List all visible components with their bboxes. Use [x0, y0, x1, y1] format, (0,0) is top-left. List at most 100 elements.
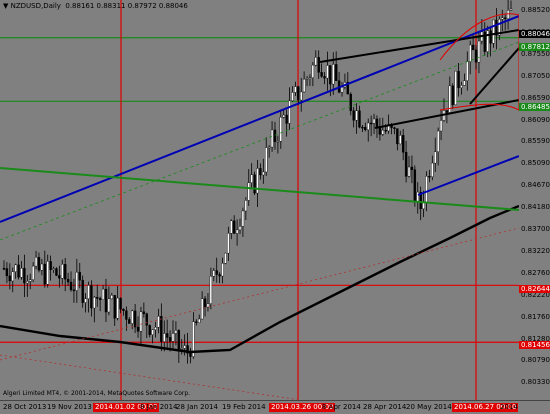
price-tick-label: 0.84670	[521, 181, 550, 190]
price-tick-label: 0.80790	[521, 356, 550, 365]
candle-body	[110, 295, 114, 300]
candle-body	[463, 80, 466, 86]
price-tick-label: 0.84180	[521, 203, 550, 212]
candle-body	[195, 321, 198, 323]
candle-body	[93, 297, 96, 309]
candle-body	[177, 330, 181, 350]
price-level-tag: 0.88046	[519, 30, 550, 38]
black-channel-top	[319, 29, 519, 63]
candle-body	[439, 120, 443, 132]
candle-body	[477, 40, 481, 63]
candle-body	[334, 64, 338, 81]
candle-body	[136, 326, 140, 332]
candle-body	[163, 333, 166, 342]
candle-body	[133, 310, 137, 328]
candle-body	[393, 127, 396, 129]
price-chart-plot[interactable]: ▼ NZDUSD,Daily 0.88161 0.88311 0.87972 0…	[0, 0, 520, 400]
candle-body	[273, 129, 277, 142]
candle-body	[317, 57, 320, 73]
candle-body	[145, 313, 148, 326]
candle-body	[183, 345, 186, 349]
price-tick-label: 0.80330	[521, 378, 550, 387]
chart-canvas[interactable]	[0, 0, 519, 400]
candle-body	[436, 130, 440, 153]
candle-body	[107, 298, 111, 313]
candle-body	[253, 174, 256, 194]
price-tick-label: 0.85590	[521, 137, 550, 146]
candle-body	[23, 267, 26, 284]
candle-body	[314, 57, 317, 66]
price-tick-label: 0.81760	[521, 312, 550, 321]
candle-body	[241, 210, 245, 227]
candle-body	[460, 85, 463, 89]
candle-body	[361, 126, 364, 129]
candle-body	[151, 329, 154, 335]
time-axis[interactable]: 28 Oct 2013 19 Nov 2013 2014.01.02 00:00 8 …	[0, 400, 550, 414]
candle-body	[244, 200, 248, 212]
candle-body	[113, 295, 116, 319]
candle-body	[5, 268, 9, 277]
candle-body	[235, 229, 239, 234]
candle-body	[401, 135, 405, 153]
candle-body	[11, 271, 14, 282]
candle-body	[265, 147, 268, 173]
candle-body	[407, 166, 411, 177]
candle-body	[81, 279, 84, 303]
candle-body	[34, 257, 38, 267]
candle-body	[326, 65, 329, 79]
candle-body	[501, 17, 504, 20]
date-tick-label: 19 Feb 2014	[222, 403, 266, 411]
candle-body	[262, 171, 265, 176]
symbol-info-label: ▼ NZDUSD,Daily 0.88161 0.88311 0.87972 0…	[3, 2, 188, 10]
candle-body	[416, 191, 419, 202]
candle-body	[180, 348, 183, 350]
candle-body	[26, 281, 29, 284]
candle-body	[425, 176, 428, 203]
candle-body	[410, 166, 414, 170]
candle-body	[305, 78, 309, 80]
price-tick-label: 0.85090	[521, 159, 550, 168]
price-tick-label: 0.88520	[521, 6, 550, 14]
candle-body	[189, 353, 192, 357]
candle-body	[165, 333, 169, 338]
date-tick-label: 28 Jan 2014	[176, 403, 218, 411]
candle-body	[311, 64, 315, 78]
candle-body	[471, 44, 475, 51]
candle-body	[434, 151, 437, 164]
date-tick-label: 20 May 2014	[406, 403, 452, 411]
candle-body	[466, 61, 469, 81]
candle-body	[300, 91, 303, 101]
price-tick-label: 0.87050	[521, 71, 550, 80]
candle-body	[238, 226, 242, 231]
candle-body	[489, 30, 492, 44]
candle-body	[297, 86, 300, 101]
candle-body	[96, 297, 99, 299]
candle-body	[63, 264, 67, 280]
price-axis[interactable]: 0.885200.879900.875500.870500.865900.860…	[519, 0, 550, 400]
red-dashed-line	[0, 227, 519, 361]
candle-body	[31, 265, 35, 280]
candle-body	[399, 135, 402, 145]
candle-body	[288, 100, 291, 124]
candle-body	[198, 318, 201, 323]
candle-body	[270, 129, 274, 148]
candle-body	[302, 78, 306, 93]
trading-chart-window[interactable]: ▼ NZDUSD,Daily 0.88161 0.88311 0.87972 0…	[0, 0, 550, 414]
price-tick-label: 0.83700	[521, 225, 550, 233]
candle-body	[84, 298, 87, 303]
copyright-label: Algeri Limited MT4, © 2001-2014, MetaQuo…	[3, 390, 191, 397]
candle-body	[66, 278, 70, 283]
candle-body	[52, 268, 55, 270]
price-tick-label: 0.83220	[521, 246, 550, 255]
candle-body	[90, 285, 93, 309]
candle-body	[352, 110, 355, 121]
candle-body	[98, 298, 102, 300]
candle-body	[454, 70, 457, 106]
candle-body	[294, 86, 297, 93]
price-level-tag: 0.82644	[519, 285, 550, 293]
candle-body	[209, 276, 213, 304]
candle-body	[404, 152, 408, 177]
candle-body	[55, 268, 58, 276]
candle-body	[171, 333, 175, 342]
candle-body	[279, 117, 283, 142]
